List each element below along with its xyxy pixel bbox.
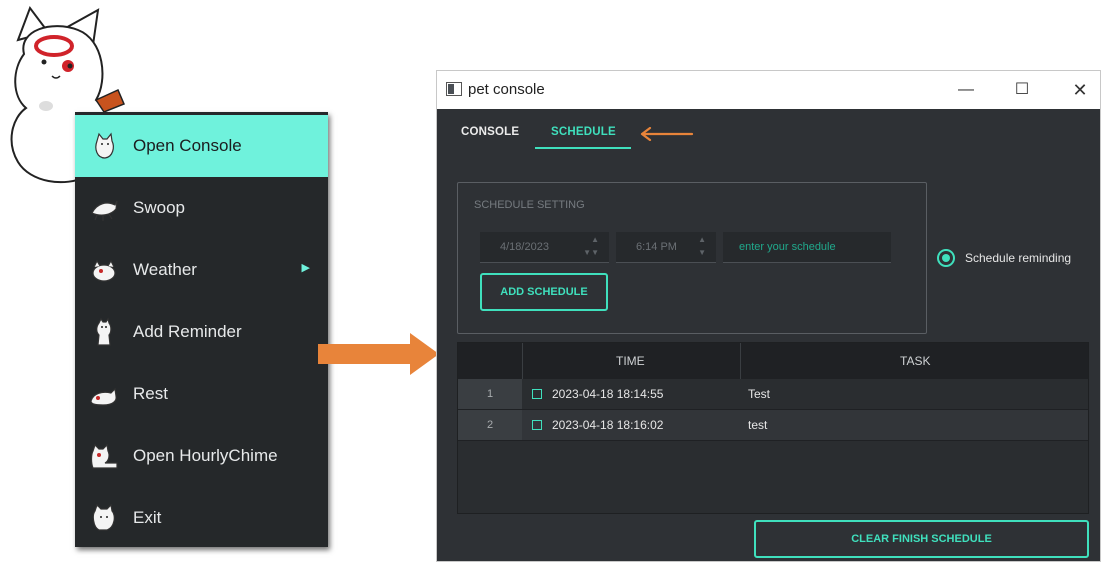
date-spin-down-icon[interactable]: ▼▼ — [583, 248, 599, 257]
row-finish-checkbox[interactable] — [532, 389, 542, 399]
column-header-time[interactable]: TIME — [616, 354, 645, 368]
menu-label-exit: Exit — [133, 508, 162, 527]
menu-label-open-console: Open Console — [133, 136, 242, 155]
row-index: 1 — [458, 379, 522, 409]
schedule-reminding-radio[interactable] — [937, 249, 955, 267]
cat-chime-icon — [90, 443, 118, 469]
menu-item-weather[interactable]: Weather ▶ — [75, 239, 328, 301]
schedule-table: TIME TASK 1 2023-04-18 18:14:55 Test 2 2… — [457, 342, 1089, 514]
pet-context-menu: Open Console Swoop Weather ▶ Add Reminde… — [75, 112, 328, 547]
minimize-button[interactable]: — — [943, 75, 989, 105]
window-title: pet console — [468, 81, 545, 98]
maximize-button[interactable]: ☐ — [999, 75, 1045, 105]
table-row[interactable]: 2 2023-04-18 18:16:02 test — [458, 410, 1088, 441]
column-divider — [522, 343, 523, 379]
menu-item-exit[interactable]: Exit — [75, 487, 328, 549]
row-finish-checkbox[interactable] — [532, 420, 542, 430]
menu-label-rest: Rest — [133, 384, 168, 403]
time-spin-down-icon[interactable]: ▼ — [698, 248, 706, 257]
title-bar[interactable]: pet console — ☐ ✕ — [437, 71, 1100, 109]
menu-item-add-reminder[interactable]: Add Reminder — [75, 301, 328, 363]
submenu-arrow-icon: ▶ — [301, 262, 310, 274]
menu-item-open-console[interactable]: Open Console — [75, 115, 328, 177]
schedule-setting-legend: SCHEDULE SETTING — [474, 199, 585, 211]
pet-console-window: pet console — ☐ ✕ CONSOLE SCHEDULE SCHED… — [436, 70, 1101, 562]
menu-item-rest[interactable]: Rest — [75, 363, 328, 425]
schedule-setting-group: SCHEDULE SETTING 4/18/2023 ▲ ▼▼ 6:14 PM … — [457, 182, 927, 334]
menu-label-weather: Weather — [133, 260, 197, 279]
window-app-icon — [446, 82, 462, 96]
column-header-task[interactable]: TASK — [900, 354, 930, 368]
cat-pounce-icon — [91, 200, 118, 221]
row-time: 2023-04-18 18:16:02 — [552, 418, 664, 432]
row-time: 2023-04-18 18:14:55 — [552, 387, 664, 401]
close-button[interactable]: ✕ — [1057, 75, 1103, 105]
cat-standing-icon — [96, 317, 112, 346]
cat-exit-icon — [92, 503, 115, 531]
cat-weather-icon — [92, 259, 116, 282]
schedule-reminding-label: Schedule reminding — [965, 251, 1072, 265]
cat-sitting-icon — [95, 132, 114, 159]
menu-item-swoop[interactable]: Swoop — [75, 177, 328, 239]
date-value: 4/18/2023 — [500, 241, 549, 253]
date-spin-up-icon[interactable]: ▲ — [591, 235, 599, 244]
column-divider — [740, 343, 741, 379]
row-index: 2 — [458, 410, 522, 440]
tab-schedule[interactable]: SCHEDULE — [551, 126, 616, 138]
menu-item-open-hourlychime[interactable]: Open HourlyChime — [75, 425, 328, 487]
tab-console[interactable]: CONSOLE — [461, 126, 519, 138]
radio-checked-dot — [942, 254, 950, 262]
add-schedule-button[interactable]: ADD SCHEDULE — [480, 273, 608, 311]
date-picker[interactable]: 4/18/2023 ▲ ▼▼ — [480, 232, 609, 263]
clear-finish-schedule-button[interactable]: CLEAR FINISH SCHEDULE — [754, 520, 1089, 558]
row-task: Test — [748, 387, 771, 401]
menu-label-swoop: Swoop — [133, 198, 185, 217]
table-header: TIME TASK — [458, 343, 1088, 379]
orange-pointer-arrow-icon — [640, 127, 694, 141]
active-tab-indicator — [535, 147, 631, 149]
orange-arrow-icon — [318, 333, 439, 375]
time-spin-up-icon[interactable]: ▲ — [698, 235, 706, 244]
time-picker[interactable]: 6:14 PM ▲ ▼ — [616, 232, 716, 263]
schedule-task-input[interactable] — [723, 232, 891, 263]
menu-label-open-hourlychime: Open HourlyChime — [133, 446, 278, 465]
cat-sleeping-icon — [90, 387, 117, 406]
table-row[interactable]: 1 2023-04-18 18:14:55 Test — [458, 379, 1088, 410]
time-value: 6:14 PM — [636, 241, 677, 253]
menu-label-add-reminder: Add Reminder — [133, 322, 242, 341]
row-task: test — [748, 418, 768, 432]
